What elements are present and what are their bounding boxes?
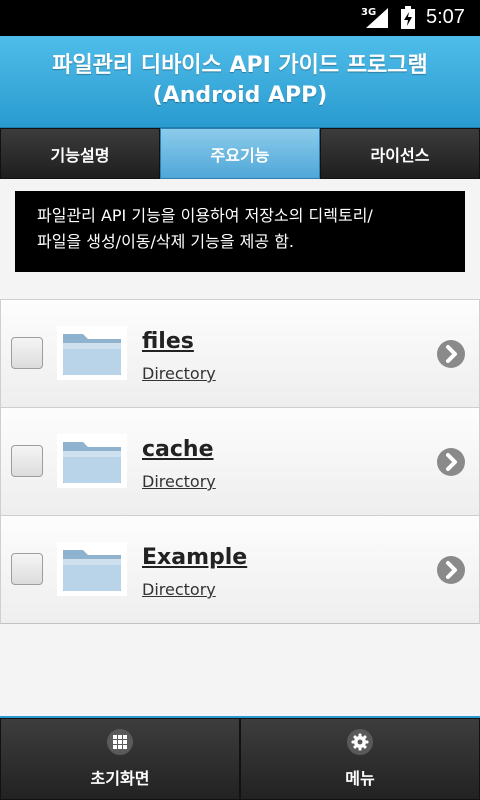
chevron-right-icon[interactable] (437, 448, 465, 476)
select-checkbox[interactable] (11, 553, 43, 585)
tab-feature-description[interactable]: 기능설명 (0, 128, 160, 179)
description-line: 파일관리 API 기능을 이용하여 저장소의 디렉토리/ (37, 206, 373, 225)
folder-icon (57, 542, 127, 596)
gear-icon (347, 729, 373, 755)
app-header: 파일관리 디바이스 API 가이드 프로그램 (Android APP) (0, 36, 480, 128)
file-type: Directory (142, 472, 216, 491)
battery-icon (401, 6, 415, 29)
status-bar: 3G 5:07 (0, 0, 480, 36)
file-list: files Directory cache Directory Example … (0, 299, 480, 624)
file-name[interactable]: cache (142, 437, 214, 462)
home-button-label: 초기화면 (90, 769, 150, 788)
file-type: Directory (142, 364, 216, 383)
chevron-right-icon[interactable] (437, 556, 465, 584)
chevron-right-icon[interactable] (437, 340, 465, 368)
menu-button[interactable]: 메뉴 (240, 718, 480, 800)
list-item[interactable]: Example Directory (0, 515, 480, 624)
home-button[interactable]: 초기화면 (0, 718, 240, 800)
file-type: Directory (142, 580, 216, 599)
page-title: 파일관리 디바이스 API 가이드 프로그램 (52, 53, 428, 78)
description-line: 파일을 생성/이동/삭제 기능을 제공 함. (37, 232, 295, 251)
description-box: 파일관리 API 기능을 이용하여 저장소의 디렉토리/ 파일을 생성/이동/삭… (15, 191, 465, 272)
grid-icon (107, 729, 133, 755)
clock: 5:07 (426, 6, 465, 28)
folder-icon (57, 434, 127, 488)
menu-button-label: 메뉴 (345, 769, 375, 788)
select-checkbox[interactable] (11, 337, 43, 369)
bottom-nav: 초기화면 메뉴 (0, 716, 480, 800)
folder-icon (57, 326, 127, 380)
list-item[interactable]: cache Directory (0, 407, 480, 516)
signal-icon (366, 8, 388, 28)
file-name[interactable]: files (142, 329, 194, 354)
tab-main-features[interactable]: 주요기능 (160, 128, 320, 179)
list-item[interactable]: files Directory (0, 299, 480, 408)
tab-license[interactable]: 라이선스 (320, 128, 480, 179)
page-subtitle: (Android APP) (152, 83, 328, 108)
tab-bar: 기능설명 주요기능 라이선스 (0, 128, 480, 179)
select-checkbox[interactable] (11, 445, 43, 477)
file-name[interactable]: Example (142, 545, 247, 570)
